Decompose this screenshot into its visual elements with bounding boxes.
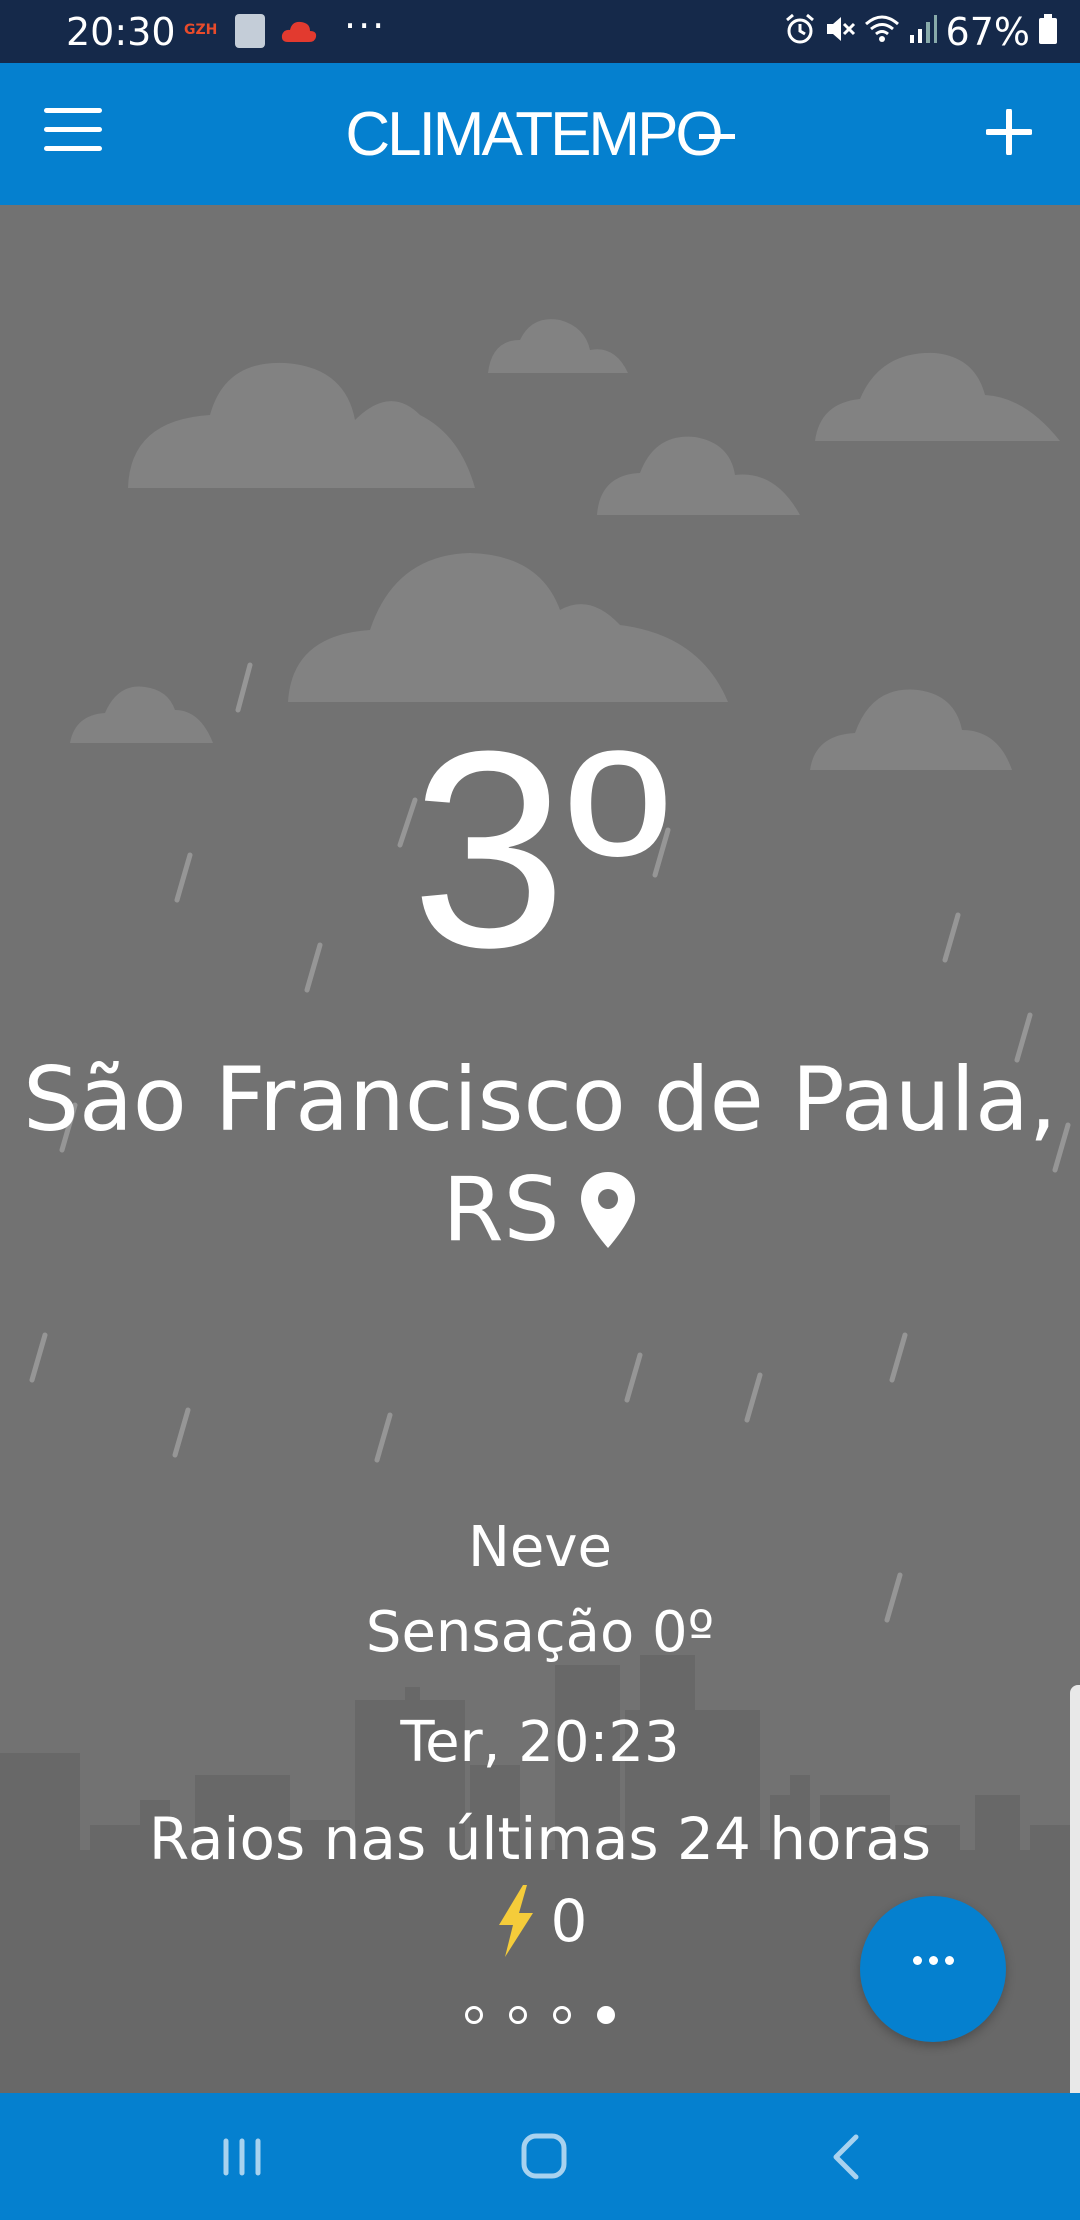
status-icons: 67% bbox=[784, 10, 1058, 54]
status-time: 20:30 bbox=[66, 10, 176, 54]
city-name[interactable]: São Francisco de Paula, RS bbox=[0, 1045, 1080, 1265]
app-notification-icon bbox=[235, 14, 265, 48]
brand-name: CLIMATEMPO bbox=[345, 100, 723, 169]
back-icon[interactable] bbox=[818, 2129, 878, 2185]
alarm-icon bbox=[784, 10, 816, 54]
plus-icon[interactable] bbox=[986, 109, 1032, 155]
current-temperature: 3º bbox=[411, 694, 669, 1006]
app-bar: CLIMATEMPO bbox=[0, 63, 1080, 205]
weather-card[interactable]: 3º São Francisco de Paula, RS Neve Sensa… bbox=[0, 205, 1080, 2093]
gzh-notification-icon: GZH bbox=[184, 22, 218, 38]
weather-notification-icon bbox=[281, 18, 317, 48]
status-bar: 20:30 GZH ··· 67% bbox=[0, 0, 1080, 63]
system-nav-bar bbox=[0, 2093, 1080, 2220]
battery-icon bbox=[1038, 10, 1058, 54]
mute-icon bbox=[824, 10, 856, 54]
city-name-line2: RS bbox=[442, 1158, 560, 1261]
wifi-icon bbox=[864, 10, 900, 54]
page-indicator bbox=[0, 2006, 1080, 2024]
lightning-title: Raios nas últimas 24 horas bbox=[148, 1805, 932, 1873]
scroll-handle[interactable] bbox=[1070, 1685, 1080, 2093]
more-dots-icon bbox=[860, 1956, 1006, 1965]
lightning-count: 0 bbox=[550, 1887, 588, 1955]
more-notifications-icon: ··· bbox=[344, 4, 387, 48]
weather-condition: Neve bbox=[468, 1515, 612, 1580]
lightning-bolt-icon bbox=[498, 1885, 533, 1957]
feels-like: Sensação 0º bbox=[365, 1600, 715, 1665]
observation-time: Ter, 20:23 bbox=[400, 1710, 680, 1775]
brand-logo: CLIMATEMPO bbox=[0, 99, 1080, 170]
home-icon[interactable] bbox=[514, 2129, 574, 2185]
recent-apps-icon[interactable] bbox=[212, 2129, 272, 2185]
page-dot[interactable] bbox=[509, 2006, 527, 2024]
page-dot[interactable] bbox=[553, 2006, 571, 2024]
location-pin-icon bbox=[580, 1172, 635, 1248]
signal-icon bbox=[908, 10, 938, 54]
page-dot[interactable] bbox=[465, 2006, 483, 2024]
battery-percent: 67% bbox=[945, 10, 1030, 54]
page-dot[interactable] bbox=[597, 2006, 615, 2024]
city-name-line1: São Francisco de Paula, bbox=[23, 1048, 1057, 1151]
